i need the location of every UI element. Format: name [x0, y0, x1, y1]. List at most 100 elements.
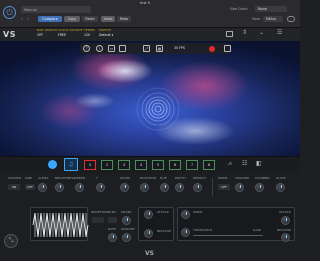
grid-icon[interactable]: ▦ [156, 45, 163, 52]
trigger-knob[interactable] [235, 183, 244, 192]
knob-group-depth[interactable]: DEPTH [175, 177, 189, 192]
window-icon[interactable] [226, 31, 233, 37]
fps-display[interactable]: 30 FPS [174, 46, 185, 50]
visual-stage[interactable] [0, 41, 300, 156]
field-label: SWITCH [99, 28, 112, 32]
link-icon[interactable] [287, 16, 295, 22]
knob-group-y[interactable]: Y [96, 177, 108, 192]
expand-icon[interactable]: ⇕ [242, 29, 247, 36]
knob-label: BRIGHTNESS [55, 176, 76, 180]
knob-group-size[interactable]: SIZE OFF [25, 177, 37, 190]
preset-dropdown[interactable]: Manual [21, 6, 91, 13]
knob-group-rotation[interactable]: ROTATION [140, 177, 156, 192]
waveform-select[interactable] [92, 217, 104, 223]
density-knob[interactable] [193, 183, 202, 192]
knob-label: SPEED [75, 176, 86, 180]
glide-knob[interactable] [276, 183, 285, 192]
header-field-1[interactable]: CLOCK SOURCE FREE [58, 29, 83, 37]
knob-group-hue[interactable]: HUE [160, 177, 172, 192]
stop-icon[interactable] [224, 45, 231, 52]
threshold-slider[interactable] [193, 235, 263, 236]
phase-knob[interactable] [122, 216, 131, 225]
speed-knob[interactable] [75, 183, 84, 192]
alpha-knob[interactable] [38, 183, 47, 192]
scene-button-2[interactable]: 2 [101, 160, 113, 170]
threshold-knob[interactable] [181, 228, 190, 237]
view-label: View: [252, 16, 261, 21]
scene-label: 8 [207, 163, 211, 167]
header-field-3[interactable]: SWITCH Default ▾ [99, 29, 113, 37]
knob-label: SHADER [8, 176, 22, 180]
waveform-icon[interactable]: ⩘ [228, 160, 231, 168]
sync-toggle[interactable] [108, 217, 117, 223]
fit-icon[interactable]: ⇔ [108, 45, 115, 52]
sliders-icon[interactable]: ☷ [242, 160, 247, 167]
color-swatch[interactable] [48, 160, 57, 169]
field-label: TEMPO [84, 28, 95, 32]
scene-button-4[interactable]: 4 [135, 160, 147, 170]
knob-group-brightness[interactable]: BRIGHTNESS [55, 176, 76, 192]
record-button[interactable] [209, 46, 215, 52]
rotation-knob[interactable] [140, 183, 149, 192]
fullscreen-icon[interactable]: ⤢ [143, 45, 150, 52]
knob-group-channel[interactable]: CHANNEL [255, 177, 271, 192]
channel-knob[interactable] [255, 183, 264, 192]
help-icon[interactable]: ? [83, 45, 90, 52]
aspect-icon[interactable] [119, 45, 126, 52]
speaker-icon[interactable]: ◧ [256, 160, 262, 167]
scene-button-3[interactable]: 3 [118, 160, 130, 170]
knob-group-glide[interactable]: GLIDE [276, 177, 290, 192]
attack2-knob[interactable] [281, 216, 290, 225]
undo-button[interactable]: Undo [101, 16, 115, 22]
side-chain-select[interactable]: None [255, 6, 287, 12]
release2-knob[interactable] [281, 233, 290, 242]
size-toggle[interactable]: OFF [25, 184, 35, 190]
scene-label: 4 [139, 163, 143, 167]
header-field-0[interactable]: BAR LENGTH OFF [37, 29, 57, 37]
shader-toggle[interactable]: ON [8, 184, 20, 190]
preset-next-icon[interactable]: › [27, 16, 32, 22]
mode-toggle[interactable]: OFF [218, 184, 230, 190]
amount-knob[interactable] [122, 233, 131, 242]
knob-group-mode[interactable]: MODE OFF [218, 177, 232, 190]
compare-button[interactable]: Compare [38, 16, 62, 22]
brightness-knob[interactable] [55, 183, 64, 192]
scene-button-1[interactable]: 1 [84, 160, 96, 170]
y-knob[interactable] [96, 183, 105, 192]
depth-knob[interactable] [175, 183, 184, 192]
hue-knob[interactable] [160, 183, 169, 192]
scene-button-6[interactable]: 6 [169, 160, 181, 170]
knob-group-alpha[interactable]: ALPHA [38, 177, 54, 192]
gain-label: GAIN [253, 228, 261, 232]
knob-label: MODE [218, 176, 228, 180]
scene-button-8[interactable]: 8 [203, 160, 215, 170]
host-title: Inst 9 [140, 0, 151, 5]
field-value: Default ▾ [99, 33, 114, 37]
knob-group-speed[interactable]: SPEED [75, 177, 89, 192]
rate-knob[interactable] [108, 233, 117, 242]
preset-prev-icon[interactable]: ‹ [21, 16, 26, 22]
collapse-icon[interactable]: ⌄ [259, 29, 264, 36]
knob-group-zoom[interactable]: ZOOM [120, 177, 134, 192]
knob-group-density[interactable]: DENSITY [193, 177, 209, 192]
scene-button-7[interactable]: 7 [186, 160, 198, 170]
lfo-waveform-display[interactable] [30, 207, 89, 241]
resize-grip-icon[interactable]: ⤡ [4, 234, 18, 248]
zoom-knob[interactable] [120, 183, 129, 192]
menu-icon[interactable]: ☰ [277, 29, 282, 36]
bell-icon[interactable]: ♫ [64, 158, 78, 171]
knob-group-shader[interactable]: SHADER ON [8, 177, 23, 190]
amount-label: AMOUNT [121, 227, 135, 231]
release-knob[interactable] [144, 229, 153, 238]
scene-button-5[interactable]: 5 [152, 160, 164, 170]
view-select[interactable]: Editor [263, 16, 283, 22]
power-button[interactable]: ⏻ [3, 6, 16, 19]
knob-group-trigger[interactable]: TRIGGER [235, 177, 251, 192]
copy-button[interactable]: Copy [64, 16, 80, 22]
mode-knob[interactable] [181, 210, 190, 219]
header-field-2[interactable]: TEMPO 120 [84, 29, 95, 37]
attack-knob[interactable] [144, 210, 153, 219]
info-icon[interactable]: i [96, 45, 103, 52]
redo-button[interactable]: Redo [117, 16, 131, 22]
paste-button[interactable]: Paste [82, 16, 98, 22]
